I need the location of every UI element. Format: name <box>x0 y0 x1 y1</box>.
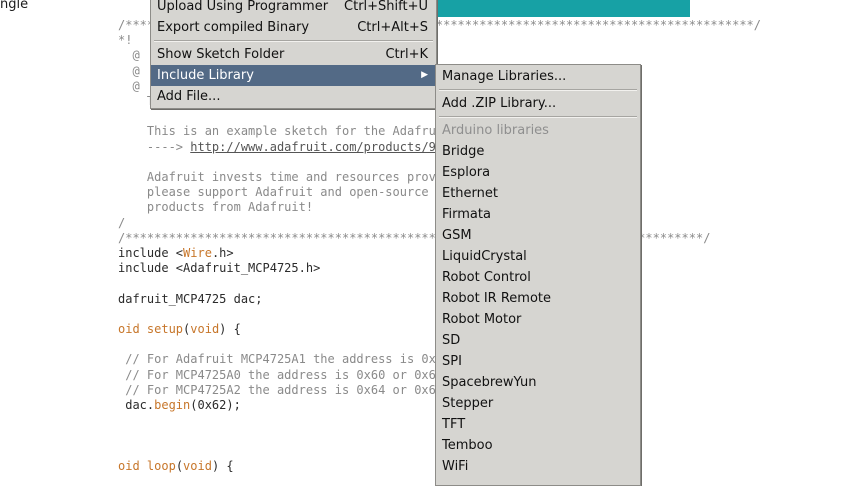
menu-item-add-zip-library[interactable]: Add .ZIP Library... <box>436 93 640 114</box>
menu-item-label: Add File... <box>157 89 221 104</box>
menu-item-bridge[interactable]: Bridge <box>436 141 640 162</box>
menu-item-tft[interactable]: TFT <box>436 414 640 435</box>
menu-item-label: Ethernet <box>442 186 498 201</box>
menu-item-label: Export compiled Binary <box>157 20 310 35</box>
code-line: // For MCP4725A2 the address is 0x64 or … <box>118 382 436 397</box>
menu-section-arduino-libraries: Arduino libraries <box>436 120 640 141</box>
tools-menu: Upload Using Programmer Ctrl+Shift+U Expor… <box>150 0 437 109</box>
menu-item-label: Show Sketch Folder <box>157 47 285 62</box>
menu-item-label: Robot Motor <box>442 312 522 327</box>
code-line: please support Adafruit and open-source … <box>118 185 451 200</box>
menu-item-esplora[interactable]: Esplora <box>436 162 640 183</box>
code-line: dac.begin(0x62); <box>118 398 241 412</box>
menu-item-shortcut: Ctrl+Alt+S <box>357 20 428 35</box>
menu-item-label: Temboo <box>442 438 493 453</box>
menu-item-robot-ir-remote[interactable]: Robot IR Remote <box>436 288 640 309</box>
menu-item-firmata[interactable]: Firmata <box>436 204 640 225</box>
menu-item-label: Add .ZIP Library... <box>442 96 557 111</box>
code-line: ----> http://www.adafruit.com/products/9… <box>118 139 444 154</box>
code-line: include <Adafruit_MCP4725.h> <box>118 261 321 276</box>
code-line: / <box>118 215 126 230</box>
menu-item-robot-motor[interactable]: Robot Motor <box>436 309 640 330</box>
menu-item-label: Include Library <box>157 68 254 83</box>
menu-separator <box>154 40 433 42</box>
code-line: @ <box>118 78 140 93</box>
menu-item-label: Esplora <box>442 165 491 180</box>
sketch-tab[interactable]: ngle <box>0 0 28 12</box>
menu-item-label: Upload Using Programmer <box>157 0 329 14</box>
menu-item-label: Arduino libraries <box>442 123 549 138</box>
menu-item-shortcut: Ctrl+Shift+U <box>344 0 428 14</box>
menu-item-show-sketch-folder[interactable]: Show Sketch Folder Ctrl+K <box>151 44 436 65</box>
menu-item-sd[interactable]: SD <box>436 330 640 351</box>
include-library-submenu: Manage Libraries... Add .ZIP Library... Ar… <box>435 64 641 486</box>
menu-item-label: Manage Libraries... <box>442 69 567 84</box>
code-link[interactable]: http://www.adafruit.com/products/93 <box>190 140 443 154</box>
code-line: @ <box>118 48 140 63</box>
menu-item-label: SD <box>442 333 461 348</box>
menu-item-label: GSM <box>442 228 472 243</box>
menu-item-temboo[interactable]: Temboo <box>436 435 640 456</box>
menu-item-export-compiled-binary[interactable]: Export compiled Binary Ctrl+Alt+S <box>151 17 436 38</box>
menu-item-spacebrewyun[interactable]: SpacebrewYun <box>436 372 640 393</box>
menu-item-wifi[interactable]: WiFi <box>436 456 640 477</box>
code-line: oid setup(void) { <box>118 322 241 336</box>
menu-item-robot-control[interactable]: Robot Control <box>436 267 640 288</box>
menu-item-shortcut: Ctrl+K <box>385 47 428 62</box>
menu-item-label: TFT <box>442 417 466 432</box>
menu-item-label: LiquidCrystal <box>442 249 527 264</box>
menu-item-label: Bridge <box>442 144 485 159</box>
menu-item-label: Firmata <box>442 207 491 222</box>
code-line: products from Adafruit! <box>118 200 314 215</box>
code-line: oid loop(void) { <box>118 458 234 473</box>
code-line: include <Wire.h> <box>118 246 234 260</box>
menu-item-upload-using-programmer[interactable]: Upload Using Programmer Ctrl+Shift+U <box>151 0 436 17</box>
menu-item-label: WiFi <box>442 459 469 474</box>
submenu-arrow-icon: ▶ <box>421 70 428 80</box>
menu-item-manage-libraries[interactable]: Manage Libraries... <box>436 66 640 87</box>
menu-item-gsm[interactable]: GSM <box>436 225 640 246</box>
menu-item-ethernet[interactable]: Ethernet <box>436 183 640 204</box>
menu-item-include-library[interactable]: Include Library ▶ <box>151 65 436 86</box>
menu-separator <box>439 116 637 118</box>
code-line: *! <box>118 33 133 48</box>
menu-item-stepper[interactable]: Stepper <box>436 393 640 414</box>
menu-separator <box>439 89 637 91</box>
menu-item-label: Robot IR Remote <box>442 291 551 306</box>
menu-item-label: Stepper <box>442 396 494 411</box>
menu-item-add-file[interactable]: Add File... <box>151 86 436 107</box>
code-line: Adafruit invests time and resources prov… <box>118 170 444 184</box>
code-line: This is an example sketch for the Adafru… <box>118 124 451 139</box>
code-line: dafruit_MCP4725 dac; <box>118 291 263 306</box>
menu-item-label: SPI <box>442 354 462 369</box>
code-line: // For MCP4725A0 the address is 0x60 or … <box>118 367 436 382</box>
menu-item-label: Robot Control <box>442 270 531 285</box>
code-line: @ <box>118 63 140 78</box>
menu-item-spi[interactable]: SPI <box>436 351 640 372</box>
menu-item-label: SpacebrewYun <box>442 375 537 390</box>
menu-item-liquidcrystal[interactable]: LiquidCrystal <box>436 246 640 267</box>
